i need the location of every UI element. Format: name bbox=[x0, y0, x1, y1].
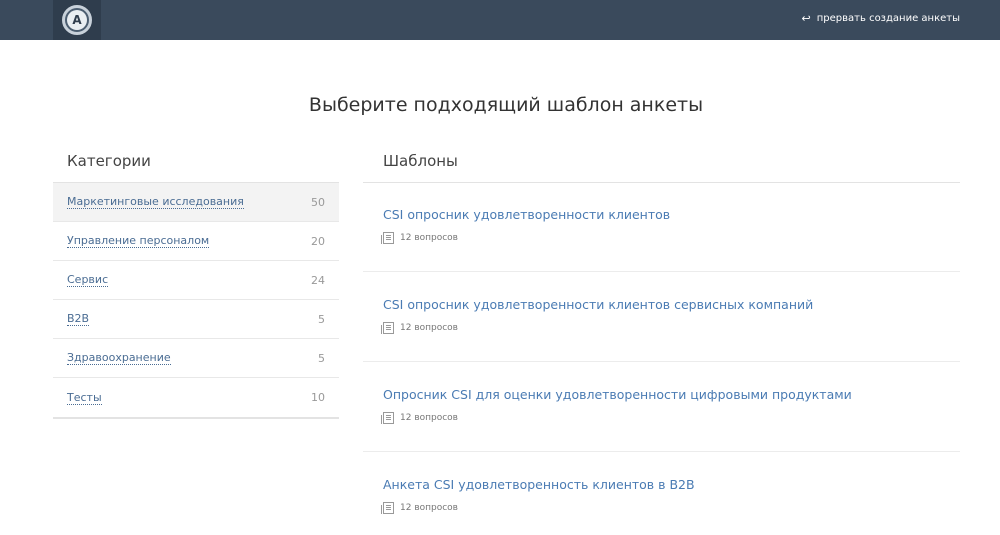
cancel-creation-link[interactable]: ↩ прервать создание анкеты bbox=[802, 12, 960, 25]
category-item-hr[interactable]: Управление персоналом 20 bbox=[53, 222, 339, 261]
document-icon bbox=[381, 322, 394, 334]
template-title-link[interactable]: CSI опросник удовлетворенности клиентов … bbox=[383, 297, 813, 312]
template-item: Анкета CSI удовлетворенность клиентов в … bbox=[363, 452, 960, 535]
template-item: CSI опросник удовлетворенности клиентов … bbox=[363, 182, 960, 272]
categories-heading: Категории bbox=[67, 152, 151, 170]
document-icon bbox=[381, 232, 394, 244]
logo[interactable]: A bbox=[53, 0, 101, 40]
template-meta: 12 вопросов bbox=[381, 232, 458, 244]
template-meta: 12 вопросов bbox=[381, 502, 458, 514]
template-title-link[interactable]: Анкета CSI удовлетворенность клиентов в … bbox=[383, 477, 695, 492]
template-title-link[interactable]: Опросник CSI для оценки удовлетворенност… bbox=[383, 387, 852, 402]
logo-icon: A bbox=[62, 5, 92, 35]
category-count: 5 bbox=[318, 351, 325, 365]
category-count: 20 bbox=[311, 234, 325, 248]
category-label: Тесты bbox=[67, 390, 102, 405]
category-count: 24 bbox=[311, 273, 325, 287]
question-count: 12 вопросов bbox=[400, 323, 458, 333]
template-item: CSI опросник удовлетворенности клиентов … bbox=[363, 272, 960, 362]
templates-heading: Шаблоны bbox=[383, 152, 458, 170]
category-item-healthcare[interactable]: Здравоохранение 5 bbox=[53, 339, 339, 378]
category-count: 10 bbox=[311, 391, 325, 404]
template-meta: 12 вопросов bbox=[381, 322, 458, 334]
category-label: Управление персоналом bbox=[67, 234, 210, 248]
cancel-creation-label: прервать создание анкеты bbox=[816, 13, 960, 24]
top-bar: A ↩ прервать создание анкеты bbox=[0, 0, 1000, 40]
category-label: B2B bbox=[67, 312, 90, 326]
logo-letter: A bbox=[67, 10, 87, 30]
category-label: Здравоохранение bbox=[67, 351, 171, 365]
question-count: 12 вопросов bbox=[400, 413, 458, 423]
category-item-service[interactable]: Сервис 24 bbox=[53, 261, 339, 300]
category-item-b2b[interactable]: B2B 5 bbox=[53, 300, 339, 339]
document-icon bbox=[381, 412, 394, 424]
category-item-marketing[interactable]: Маркетинговые исследования 50 bbox=[53, 183, 339, 222]
question-count: 12 вопросов bbox=[400, 503, 458, 513]
category-count: 5 bbox=[318, 312, 325, 326]
question-count: 12 вопросов bbox=[400, 233, 458, 243]
category-count: 50 bbox=[311, 195, 325, 209]
document-icon bbox=[381, 502, 394, 514]
category-label: Сервис bbox=[67, 273, 109, 287]
category-label: Маркетинговые исследования bbox=[67, 195, 244, 209]
category-item-tests[interactable]: Тесты 10 bbox=[53, 378, 339, 417]
page-title: Выберите подходящий шаблон анкеты bbox=[308, 94, 704, 116]
template-item: Опросник CSI для оценки удовлетворенност… bbox=[363, 362, 960, 452]
template-meta: 12 вопросов bbox=[381, 412, 458, 424]
category-list: Маркетинговые исследования 50 Управление… bbox=[53, 182, 339, 419]
template-title-link[interactable]: CSI опросник удовлетворенности клиентов bbox=[383, 207, 670, 222]
return-arrow-icon: ↩ bbox=[801, 12, 811, 25]
